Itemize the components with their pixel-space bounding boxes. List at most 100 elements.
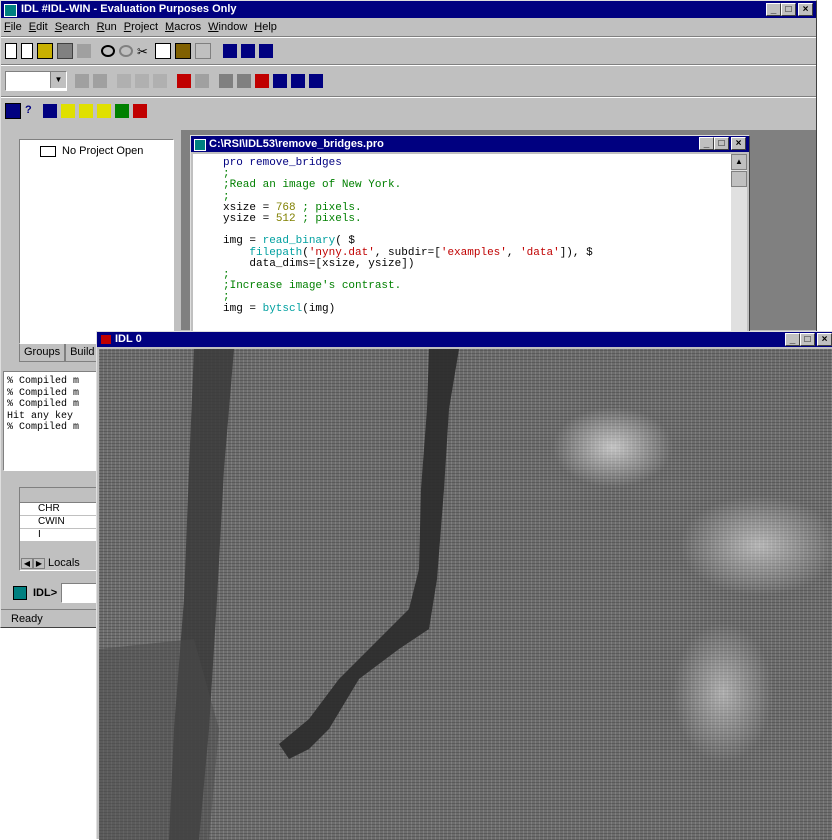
compile-icon[interactable]: [177, 74, 191, 88]
graphics-title: IDL 0: [115, 333, 142, 345]
find-icon[interactable]: [195, 43, 211, 59]
code-token: ;: [223, 190, 230, 203]
code-token: ,: [506, 246, 521, 259]
run-icon[interactable]: [219, 74, 233, 88]
paste-icon[interactable]: [175, 43, 191, 59]
graphics-window-icon: [101, 335, 111, 344]
trace-icon[interactable]: [153, 74, 167, 88]
idl-prompt-icon: [13, 586, 27, 600]
code-editor[interactable]: pro remove_bridges; ;Read an image of New…: [193, 154, 731, 332]
undo-icon[interactable]: [101, 45, 115, 57]
menu-item-help[interactable]: Help: [254, 18, 277, 36]
tab-locals[interactable]: Locals: [45, 557, 80, 569]
code-line: data_dims=[xsize, ysize]): [223, 258, 731, 270]
compile-all-icon[interactable]: [195, 74, 209, 88]
editor-title-bar[interactable]: C:\RSI\IDL53\remove_bridges.pro _ □ ×: [191, 136, 749, 152]
import-binary-icon[interactable]: [79, 104, 93, 118]
code-token: ysize =: [223, 213, 276, 226]
tile-horizontal-icon[interactable]: [241, 44, 255, 58]
standard-toolbar: ✂: [1, 38, 816, 64]
menu-item-edit[interactable]: Edit: [29, 18, 48, 36]
menu-item-macros[interactable]: Macros: [165, 18, 201, 36]
code-token: read_binary: [262, 235, 336, 248]
code-token: 'nyny.dat': [308, 246, 375, 259]
code-line: ;Increase image's contrast.: [223, 281, 731, 292]
pro-file-icon: [194, 139, 206, 151]
insight-icon[interactable]: [43, 104, 57, 118]
copy-icon[interactable]: [155, 43, 171, 59]
scroll-left-icon[interactable]: ◀: [21, 557, 33, 569]
stop-icon[interactable]: [237, 74, 251, 88]
close-icon[interactable]: ×: [798, 3, 813, 16]
code-token: ;: [223, 168, 230, 181]
minimize-icon[interactable]: _: [766, 3, 781, 16]
graphics-minimize-icon[interactable]: _: [785, 333, 800, 346]
print-icon[interactable]: [77, 44, 91, 58]
menu-item-project[interactable]: Project: [124, 18, 158, 36]
chevron-down-icon[interactable]: ▼: [50, 72, 66, 88]
import-hdf-icon[interactable]: [97, 104, 111, 118]
cascade-icon[interactable]: [223, 44, 237, 58]
step-over-icon[interactable]: [93, 74, 107, 88]
new-file-icon[interactable]: [5, 43, 17, 59]
menu-item-run[interactable]: Run: [97, 18, 117, 36]
editor-minimize-icon[interactable]: _: [699, 137, 714, 150]
redo-icon[interactable]: [119, 45, 133, 57]
code-token: bytscl: [262, 302, 303, 315]
step-into-icon[interactable]: [75, 74, 89, 88]
main-title-bar[interactable]: IDL #IDL-WIN - Evaluation Purposes Only …: [1, 1, 816, 18]
display-icon[interactable]: [5, 103, 21, 119]
code-line: ;Read an image of New York.: [223, 180, 731, 191]
code-token: pro remove_bridges: [223, 157, 342, 169]
command-prompt: IDL>: [33, 587, 58, 599]
scroll-thumb[interactable]: [731, 171, 747, 187]
tools-toolbar: ?: [1, 98, 816, 124]
tile-vertical-icon[interactable]: [259, 44, 273, 58]
tab-groups[interactable]: Groups: [19, 344, 66, 362]
code-token: filepath: [249, 246, 303, 259]
procedure-select[interactable]: ▼: [5, 71, 67, 91]
code-token: 'examples': [440, 246, 507, 259]
code-token: , subdir=[: [374, 246, 441, 259]
demo-icon[interactable]: [133, 104, 147, 118]
code-token: img =: [223, 302, 263, 315]
project-tree-pane[interactable]: No Project Open: [19, 139, 174, 344]
maximize-icon[interactable]: □: [781, 3, 796, 16]
reset-icon[interactable]: [273, 74, 287, 88]
graphics-close-icon[interactable]: ×: [817, 333, 832, 346]
code-token: xsize =: [223, 201, 276, 214]
cut-icon[interactable]: ✂: [137, 44, 151, 59]
code-token: ; pixels.: [295, 201, 362, 214]
menu-item-search[interactable]: Search: [55, 18, 90, 36]
help-cursor-icon[interactable]: ?: [25, 104, 39, 118]
menu-item-window[interactable]: Window: [208, 18, 247, 36]
import-image-icon[interactable]: [115, 104, 129, 118]
graphics-maximize-icon[interactable]: □: [800, 333, 815, 346]
menu-item-file[interactable]: File: [4, 18, 22, 36]
run-to-cursor-icon[interactable]: [135, 74, 149, 88]
step-out-icon[interactable]: [117, 74, 131, 88]
code-token: 768: [275, 201, 296, 214]
code-line: img = bytscl(img): [223, 302, 731, 315]
project-tree-item[interactable]: No Project Open: [62, 145, 143, 157]
graphics-window: IDL 0 _ □ ×: [96, 331, 832, 840]
watch-icon[interactable]: [291, 74, 305, 88]
var-tabs: ◀ ▶ Locals: [21, 556, 80, 570]
code-token: 512: [275, 213, 296, 226]
callstack-icon[interactable]: [309, 74, 323, 88]
editor-close-icon[interactable]: ×: [731, 137, 746, 150]
code-token: (: [302, 246, 309, 259]
save-icon[interactable]: [57, 43, 73, 59]
folder-icon: [40, 145, 56, 157]
graphics-title-bar[interactable]: IDL 0 _ □ ×: [97, 332, 832, 347]
scroll-right-icon[interactable]: ▶: [33, 557, 45, 569]
import-ascii-icon[interactable]: [61, 104, 75, 118]
new-template-icon[interactable]: [21, 43, 33, 59]
scroll-up-icon[interactable]: ▲: [731, 154, 747, 170]
code-token: ;Read an image of New York.: [223, 179, 402, 192]
editor-maximize-icon[interactable]: □: [714, 137, 729, 150]
breakpoint-icon[interactable]: [255, 74, 269, 88]
open-folder-icon[interactable]: [37, 43, 53, 59]
editor-vertical-scrollbar[interactable]: ▲: [731, 154, 747, 332]
